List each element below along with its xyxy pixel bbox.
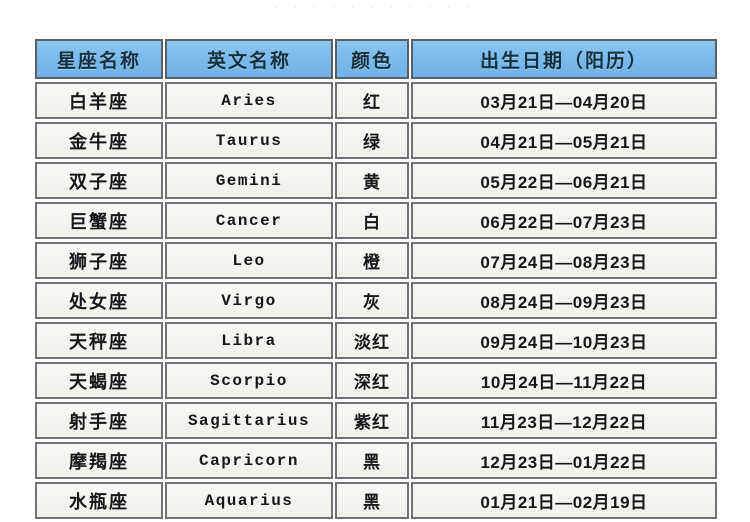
cell-en-name: Libra <box>165 322 333 359</box>
column-header-en-name: 英文名称 <box>165 39 333 79</box>
cell-cn-name: 射手座 <box>35 402 163 439</box>
cell-en-name: Gemini <box>165 162 333 199</box>
table-row: 摩羯座 Capricorn 黑 12月23日—01月22日 <box>35 442 717 479</box>
cell-date-range: 10月24日—11月22日 <box>411 362 717 399</box>
top-cropped-text-remnant: . . . . . . . . . . . <box>274 0 476 10</box>
table-row: 射手座 Sagittarius 紫红 11月23日—12月22日 <box>35 402 717 439</box>
table-row: 金牛座 Taurus 绿 04月21日—05月21日 <box>35 122 717 159</box>
table-row: 双子座 Gemini 黄 05月22日—06月21日 <box>35 162 717 199</box>
cell-date-range: 12月23日—01月22日 <box>411 442 717 479</box>
cell-cn-name: 摩羯座 <box>35 442 163 479</box>
cell-color: 淡红 <box>335 322 409 359</box>
cell-color: 黄 <box>335 162 409 199</box>
cell-cn-name: 水瓶座 <box>35 482 163 519</box>
cell-en-name: Aries <box>165 82 333 119</box>
column-header-date-range: 出生日期（阳历） <box>411 39 717 79</box>
table-row: 狮子座 Leo 橙 07月24日—08月23日 <box>35 242 717 279</box>
cell-date-range: 08月24日—09月23日 <box>411 282 717 319</box>
cell-date-range: 05月22日—06月21日 <box>411 162 717 199</box>
cell-en-name: Sagittarius <box>165 402 333 439</box>
cell-color: 绿 <box>335 122 409 159</box>
table-row: 天蝎座 Scorpio 深红 10月24日—11月22日 <box>35 362 717 399</box>
zodiac-table: 星座名称 英文名称 颜色 出生日期（阳历） 白羊座 Aries 红 03月21日—04… <box>33 36 719 522</box>
cell-date-range: 11月23日—12月22日 <box>411 402 717 439</box>
cell-cn-name: 金牛座 <box>35 122 163 159</box>
cell-color: 白 <box>335 202 409 239</box>
cell-date-range: 01月21日—02月19日 <box>411 482 717 519</box>
cell-en-name: Taurus <box>165 122 333 159</box>
cell-date-range: 06月22日—07月23日 <box>411 202 717 239</box>
cell-en-name: Cancer <box>165 202 333 239</box>
cell-date-range: 03月21日—04月20日 <box>411 82 717 119</box>
cell-cn-name: 狮子座 <box>35 242 163 279</box>
cell-en-name: Scorpio <box>165 362 333 399</box>
table-row: 白羊座 Aries 红 03月21日—04月20日 <box>35 82 717 119</box>
table-row: 天秤座 Libra 淡红 09月24日—10月23日 <box>35 322 717 359</box>
cell-en-name: Aquarius <box>165 482 333 519</box>
cell-en-name: Leo <box>165 242 333 279</box>
cell-date-range: 09月24日—10月23日 <box>411 322 717 359</box>
table-row: 巨蟹座 Cancer 白 06月22日—07月23日 <box>35 202 717 239</box>
zodiac-table-container: 星座名称 英文名称 颜色 出生日期（阳历） 白羊座 Aries 红 03月21日—04… <box>33 36 717 522</box>
cell-cn-name: 处女座 <box>35 282 163 319</box>
cell-en-name: Capricorn <box>165 442 333 479</box>
cell-color: 橙 <box>335 242 409 279</box>
cell-color: 紫红 <box>335 402 409 439</box>
cell-color: 黑 <box>335 442 409 479</box>
header-row: 星座名称 英文名称 颜色 出生日期（阳历） <box>35 39 717 79</box>
cell-date-range: 07月24日—08月23日 <box>411 242 717 279</box>
column-header-color: 颜色 <box>335 39 409 79</box>
cell-cn-name: 白羊座 <box>35 82 163 119</box>
table-row: 水瓶座 Aquarius 黑 01月21日—02月19日 <box>35 482 717 519</box>
cell-color: 灰 <box>335 282 409 319</box>
table-row: 处女座 Virgo 灰 08月24日—09月23日 <box>35 282 717 319</box>
table-body: 白羊座 Aries 红 03月21日—04月20日 金牛座 Taurus 绿 04月21日—0… <box>35 82 717 519</box>
cell-color: 深红 <box>335 362 409 399</box>
cell-cn-name: 天蝎座 <box>35 362 163 399</box>
cell-en-name: Virgo <box>165 282 333 319</box>
page-root: . . . . . . . . . . . 星座名称 英文名称 颜色 出生日期（… <box>0 0 750 519</box>
column-header-cn-name: 星座名称 <box>35 39 163 79</box>
cell-cn-name: 巨蟹座 <box>35 202 163 239</box>
cell-color: 黑 <box>335 482 409 519</box>
cell-date-range: 04月21日—05月21日 <box>411 122 717 159</box>
cell-cn-name: 双子座 <box>35 162 163 199</box>
table-header: 星座名称 英文名称 颜色 出生日期（阳历） <box>35 39 717 79</box>
cell-cn-name: 天秤座 <box>35 322 163 359</box>
cell-color: 红 <box>335 82 409 119</box>
